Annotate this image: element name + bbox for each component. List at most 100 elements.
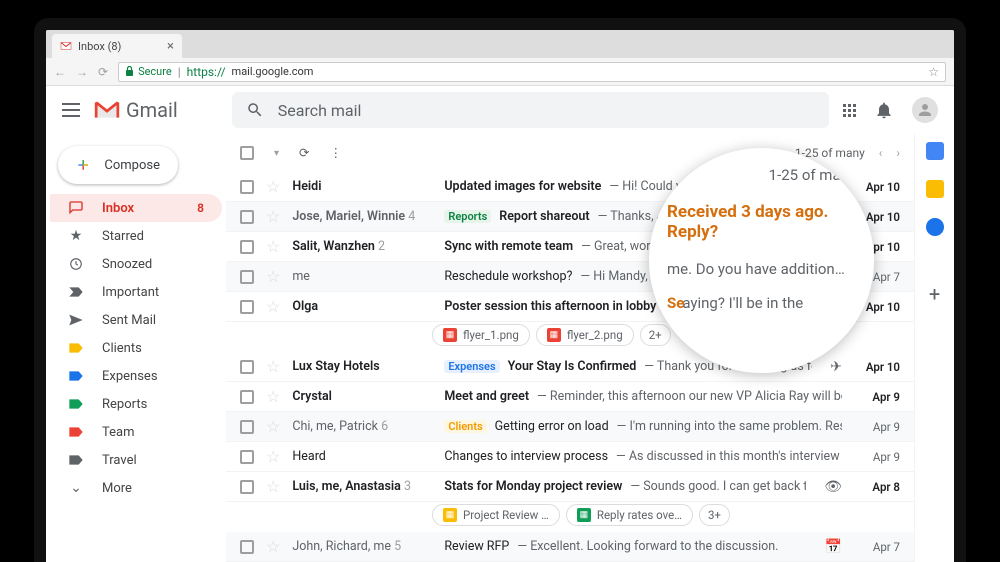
- sender: Olga: [292, 299, 432, 314]
- email-row[interactable]: ☆Chi, me, Patrick 6ClientsGetting error …: [226, 412, 914, 442]
- apps-icon[interactable]: [843, 104, 856, 117]
- url-text: mail.google.com: [232, 65, 314, 78]
- row-checkbox[interactable]: [240, 180, 254, 194]
- date: Apr 8: [854, 480, 900, 494]
- menu-icon[interactable]: [62, 103, 80, 117]
- refresh-icon[interactable]: ⟳: [299, 145, 309, 161]
- star-icon[interactable]: ☆: [266, 297, 280, 316]
- row-checkbox[interactable]: [240, 420, 254, 434]
- rail-add-icon[interactable]: +: [929, 282, 940, 306]
- sidebar-item-starred[interactable]: ★Starred: [50, 222, 222, 250]
- rail-calendar-icon[interactable]: [926, 142, 944, 160]
- sidebar-item-reports[interactable]: Reports: [50, 390, 222, 418]
- star-icon[interactable]: ☆: [266, 537, 280, 556]
- star-icon[interactable]: ☆: [266, 357, 280, 376]
- sender: me: [292, 269, 432, 284]
- product-name: Gmail: [126, 98, 178, 122]
- row-checkbox[interactable]: [240, 480, 254, 494]
- email-row[interactable]: ☆Luis, me, Anastasia 3Stats for Monday p…: [226, 472, 914, 502]
- snippet: Sounds good. I can get back to you about…: [630, 479, 806, 494]
- subject: Poster session this afternoon in lobby: [444, 299, 656, 314]
- browser-tab-strip: Inbox (8) ×: [46, 30, 954, 58]
- rail-tasks-icon[interactable]: [926, 218, 944, 236]
- sidebar-item-inbox[interactable]: Inbox8: [50, 194, 222, 222]
- row-checkbox[interactable]: [240, 360, 254, 374]
- attachment-chip[interactable]: 2+: [640, 324, 671, 346]
- star-icon[interactable]: ☆: [266, 477, 280, 496]
- chevron-down-icon: ⌄: [68, 480, 84, 496]
- email-row[interactable]: ☆HeardChanges to interview processAs dis…: [226, 442, 914, 472]
- subject: Sync with remote team: [444, 239, 573, 254]
- select-all-checkbox[interactable]: [240, 146, 254, 160]
- star-icon[interactable]: ☆: [266, 447, 280, 466]
- clock-icon: [68, 256, 84, 272]
- lock-icon: [125, 66, 134, 77]
- sidebar-item-label: Travel: [102, 453, 137, 468]
- label-grey-icon: [68, 452, 84, 468]
- next-page-icon[interactable]: ›: [896, 146, 900, 160]
- snippet: As discussed in this month's interview t…: [616, 449, 842, 464]
- search-placeholder: Search mail: [278, 101, 362, 120]
- more-icon[interactable]: ⋮: [330, 145, 343, 161]
- attachment-chip[interactable]: ▦flyer_2.png: [536, 324, 634, 346]
- search-input[interactable]: Search mail: [232, 92, 829, 128]
- back-icon[interactable]: ←: [54, 65, 66, 79]
- star-icon[interactable]: ☆: [266, 177, 280, 196]
- rail-keep-icon[interactable]: [926, 180, 944, 198]
- attachment-chip[interactable]: ▦flyer_1.png: [432, 324, 530, 346]
- sender: Luis, me, Anastasia 3: [292, 479, 432, 494]
- snippet: I'm running into the same problem. Resta…: [617, 419, 842, 434]
- attachment-chip[interactable]: 3+: [699, 504, 730, 526]
- zoom-callout: 1-25 of many Received 3 days ago. Reply?…: [649, 148, 874, 373]
- close-icon[interactable]: ×: [167, 39, 174, 54]
- attachment-chip[interactable]: ▦Project Review …: [432, 504, 560, 526]
- sidebar-item-label: Sent Mail: [102, 313, 156, 328]
- subject: Changes to interview process: [444, 449, 608, 464]
- email-row[interactable]: ☆CrystalMeet and greetReminder, this aft…: [226, 382, 914, 412]
- row-checkbox[interactable]: [240, 540, 254, 554]
- row-checkbox[interactable]: [240, 390, 254, 404]
- compose-button[interactable]: Compose: [58, 146, 178, 184]
- subject: Your Stay Is Confirmed: [508, 359, 637, 374]
- sidebar-item-clients[interactable]: Clients: [50, 334, 222, 362]
- browser-tab[interactable]: Inbox (8) ×: [52, 34, 182, 58]
- reload-icon[interactable]: ⟳: [98, 65, 108, 79]
- sender: Heidi: [292, 179, 432, 194]
- sidebar-item-snoozed[interactable]: Snoozed: [50, 250, 222, 278]
- sidebar-item-more[interactable]: ⌄More: [50, 474, 222, 502]
- bookmark-icon[interactable]: ☆: [928, 65, 939, 79]
- row-checkbox[interactable]: [240, 210, 254, 224]
- subject: Meet and greet: [444, 389, 529, 404]
- date: Apr 7: [854, 540, 900, 554]
- select-dropdown-icon[interactable]: ▾: [274, 148, 279, 159]
- star-icon[interactable]: ☆: [266, 207, 280, 226]
- row-checkbox[interactable]: [240, 450, 254, 464]
- url-box[interactable]: Secure | https://mail.google.com ☆: [118, 62, 946, 82]
- sidebar-item-expenses[interactable]: Expenses: [50, 362, 222, 390]
- sidebar-item-label: Snoozed: [102, 257, 152, 272]
- row-checkbox[interactable]: [240, 240, 254, 254]
- row-checkbox[interactable]: [240, 300, 254, 314]
- star-icon[interactable]: ☆: [266, 387, 280, 406]
- email-row[interactable]: ☆John, Richard, me 5Review RFPExcellent.…: [226, 532, 914, 562]
- date: Apr 9: [854, 390, 900, 404]
- attachment-chip[interactable]: ▦Reply rates ove…: [566, 504, 693, 526]
- account-avatar[interactable]: [912, 97, 938, 123]
- star-icon[interactable]: ☆: [266, 237, 280, 256]
- star-icon[interactable]: ☆: [266, 267, 280, 286]
- row-checkbox[interactable]: [240, 270, 254, 284]
- notifications-icon[interactable]: [874, 100, 894, 120]
- sidebar-item-label: Clients: [102, 341, 142, 356]
- prev-page-icon[interactable]: ‹: [879, 146, 883, 160]
- sidebar-item-important[interactable]: Important: [50, 278, 222, 306]
- forward-icon[interactable]: →: [76, 65, 88, 79]
- sidebar-item-team[interactable]: Team: [50, 418, 222, 446]
- sidebar-item-travel[interactable]: Travel: [50, 446, 222, 474]
- zoom-nudge: Received 3 days ago. Reply?: [667, 202, 856, 242]
- sidebar-item-sent-mail[interactable]: Sent Mail: [50, 306, 222, 334]
- send-icon: [68, 312, 84, 328]
- star-icon[interactable]: ☆: [266, 417, 280, 436]
- gmail-logo[interactable]: Gmail: [94, 98, 178, 122]
- zoom-range: 1-25 of many: [667, 166, 856, 184]
- date: Apr 9: [854, 450, 900, 464]
